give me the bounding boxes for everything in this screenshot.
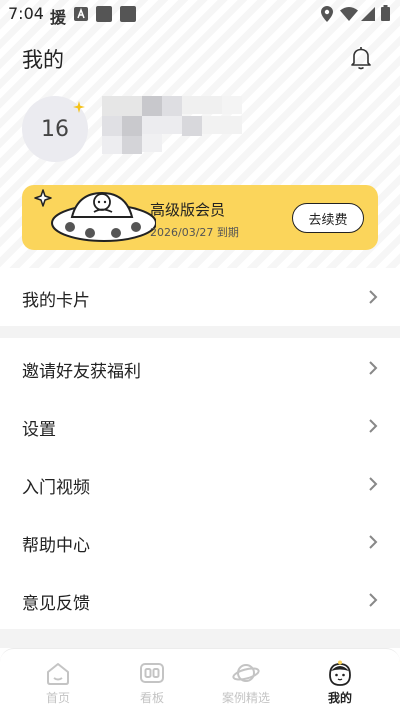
menu-item-help-center[interactable]: 帮助中心 bbox=[0, 513, 400, 571]
page-title: 我的 bbox=[22, 48, 64, 72]
star-icon bbox=[73, 98, 85, 113]
status-bar: 7:04 援 bbox=[0, 0, 400, 28]
chevron-right-icon bbox=[369, 535, 378, 549]
tab-label: 首页 bbox=[45, 691, 70, 705]
status-time: 7:04 bbox=[8, 4, 44, 23]
mascot-icon bbox=[329, 660, 351, 686]
a-badge-icon bbox=[74, 6, 88, 25]
chevron-right-icon bbox=[369, 361, 378, 375]
tab-label: 案例精选 bbox=[221, 691, 270, 705]
location-icon bbox=[321, 6, 333, 26]
bell-icon[interactable] bbox=[348, 45, 374, 71]
avatar-text: 16 bbox=[41, 116, 69, 142]
menu-item-label: 邀请好友获福利 bbox=[22, 362, 141, 382]
menu-item-label: 帮助中心 bbox=[22, 536, 90, 556]
vip-title: 高级版会员 bbox=[150, 201, 226, 219]
chevron-right-icon bbox=[369, 477, 378, 491]
board-icon bbox=[140, 663, 164, 683]
tab-label: 我的 bbox=[327, 691, 352, 705]
home-icon bbox=[47, 663, 69, 685]
chevron-right-icon bbox=[369, 290, 378, 304]
chevron-right-icon bbox=[369, 419, 378, 433]
menu-item-my-cards[interactable]: 我的卡片 bbox=[0, 268, 400, 326]
tab-board[interactable]: 看板 bbox=[104, 649, 200, 712]
section-divider bbox=[0, 326, 400, 338]
chevron-right-icon bbox=[369, 593, 378, 607]
menu-item-label: 设置 bbox=[22, 420, 56, 440]
square-icon bbox=[96, 6, 112, 22]
menu-item-settings[interactable]: 设置 bbox=[0, 397, 400, 455]
tab-mine[interactable]: 我的 bbox=[292, 649, 388, 712]
battery-icon bbox=[381, 5, 390, 25]
ufo-mascot-illustration bbox=[30, 187, 157, 249]
menu-item-label: 我的卡片 bbox=[22, 291, 90, 311]
vip-card[interactable]: 高级版会员 2026/03/27 到期 去续费 bbox=[22, 185, 378, 250]
square-icon bbox=[120, 6, 136, 22]
menu-item-invite-friends[interactable]: 邀请好友获福利 bbox=[0, 339, 400, 397]
section-divider bbox=[0, 629, 400, 648]
tab-home[interactable]: 首页 bbox=[10, 649, 106, 712]
app-notification-icon: 援 bbox=[50, 8, 67, 27]
wifi-icon bbox=[340, 6, 358, 25]
menu-item-label: 意见反馈 bbox=[22, 594, 90, 614]
menu-item-feedback[interactable]: 意见反馈 bbox=[0, 571, 400, 629]
planet-icon bbox=[232, 664, 260, 682]
bottom-tab-bar: 首页 看板 案例精选 我的 bbox=[0, 648, 400, 712]
signal-icon bbox=[361, 6, 375, 25]
tab-featured-cases[interactable]: 案例精选 bbox=[198, 649, 294, 712]
vip-expiry: 2026/03/27 到期 bbox=[150, 226, 239, 239]
tab-label: 看板 bbox=[139, 691, 164, 705]
menu-item-intro-videos[interactable]: 入门视频 bbox=[0, 455, 400, 513]
menu-item-label: 入门视频 bbox=[22, 478, 90, 498]
renew-button[interactable]: 去续费 bbox=[292, 203, 364, 233]
